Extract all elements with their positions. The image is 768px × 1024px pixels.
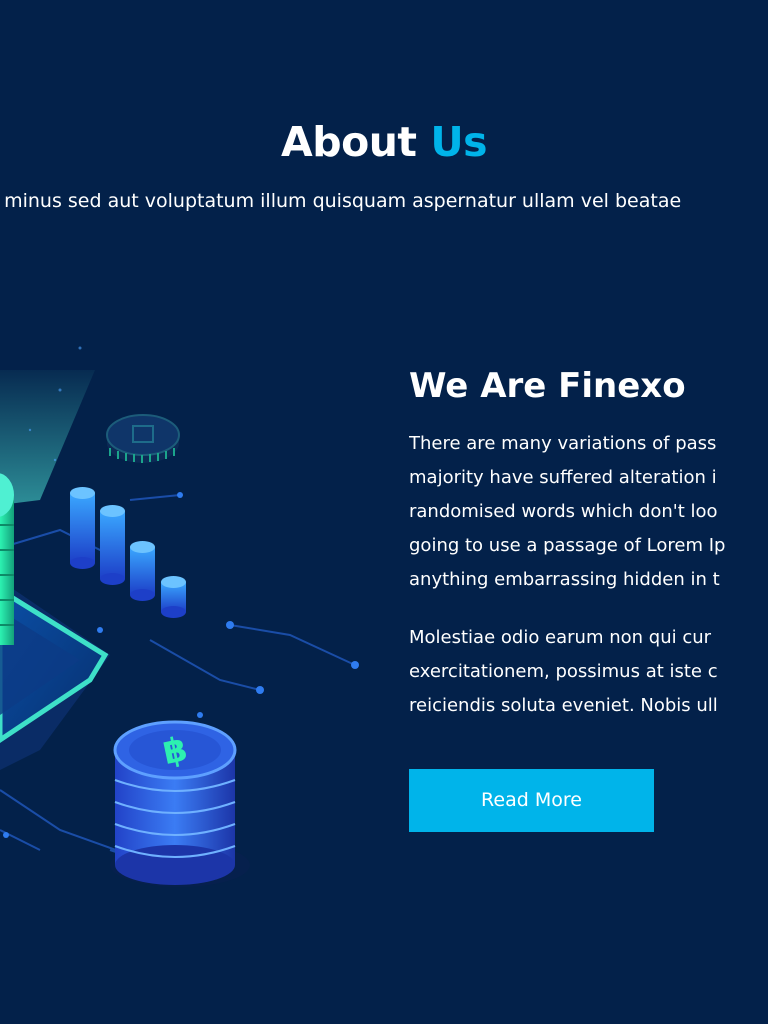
light-beam <box>0 370 95 505</box>
section-title-main: About <box>280 118 417 166</box>
about-heading: We Are Finexo <box>409 366 686 406</box>
about-paragraph-1: There are many variations of pass majori… <box>409 427 768 597</box>
paragraph-line: There are many variations of pass <box>409 433 717 454</box>
bitcoin-coin-stack: ฿ <box>110 720 250 887</box>
paragraph-line: going to use a passage of Lorem Ip <box>409 535 726 556</box>
paragraph-line: randomised words which don't loo <box>409 501 718 522</box>
read-more-button[interactable]: Read More <box>409 769 654 832</box>
blue-bar-cylinders <box>70 487 186 618</box>
section-intro-text: n minus sed aut voluptatum illum quisqua… <box>0 190 682 212</box>
section-intro: n minus sed aut voluptatum illum quisqua… <box>0 186 768 216</box>
paragraph-line: Molestiae odio earum non qui cur <box>409 627 712 648</box>
paragraph-line: anything embarrassing hidden in t <box>409 569 720 590</box>
paragraph-line: majority have suffered alteration i <box>409 467 717 488</box>
crypto-illustration: ฿ <box>0 330 380 910</box>
green-coin-stack <box>0 473 14 645</box>
paragraph-line: exercitationem, possimus at iste c <box>409 661 718 682</box>
section-title: About Us <box>0 112 768 172</box>
small-dark-coin <box>106 414 180 463</box>
about-paragraph-2: Molestiae odio earum non qui cur exercit… <box>409 621 768 723</box>
paragraph-line: reiciendis soluta eveniet. Nobis ull <box>409 695 718 716</box>
section-title-accent: Us <box>430 118 488 166</box>
